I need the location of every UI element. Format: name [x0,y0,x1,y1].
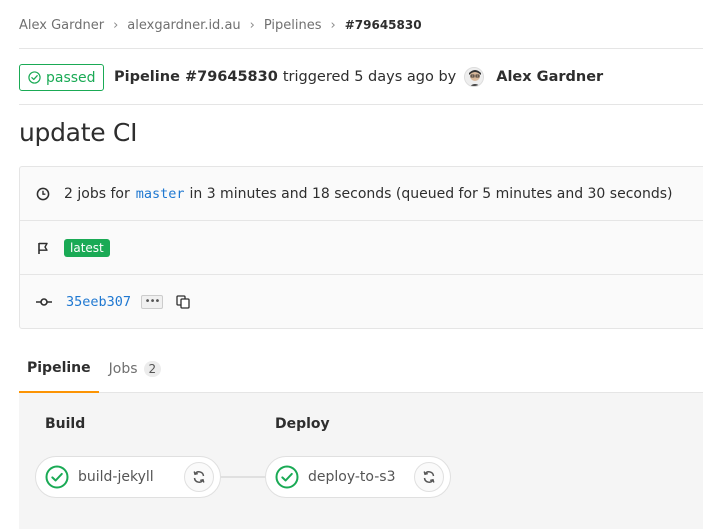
pipeline-tabs: Pipeline Jobs 2 [19,345,703,393]
breadcrumb-user[interactable]: Alex Gardner [19,18,104,33]
page-title: update CI [19,118,138,147]
job-build-jekyll[interactable]: build-jekyll [35,456,221,498]
latest-badge: latest [64,238,110,257]
avatar-image [465,68,484,86]
tab-pipeline[interactable]: Pipeline [19,345,99,393]
check-circle-icon [45,465,69,489]
breadcrumb-pipelines[interactable]: Pipelines [264,18,322,33]
duration-text: in 3 minutes and 18 seconds (queued for … [189,185,673,202]
status-badge[interactable]: passed [19,64,104,91]
divider [19,48,703,49]
status-label: passed [46,69,96,86]
check-circle-icon [275,465,299,489]
breadcrumb-separator: › [249,17,255,33]
pipeline-info-box: 2 jobs for master in 3 minutes and 18 se… [19,166,703,329]
divider [19,104,703,105]
check-circle-icon [28,71,41,84]
stage-title-deploy: Deploy [275,416,330,432]
breadcrumb-separator: › [113,17,119,33]
retry-icon[interactable] [414,462,444,492]
clock-icon [36,187,50,201]
stage-connector [220,476,266,478]
flag-icon [36,241,50,255]
stage-title-build: Build [45,416,86,432]
job-name: deploy-to-s3 [308,469,396,485]
tab-jobs[interactable]: Jobs 2 [101,345,170,393]
tags-row: latest [20,221,703,275]
pipeline-info: Pipeline #79645830 triggered 5 days ago … [114,66,603,88]
job-name: build-jekyll [78,469,154,485]
commit-row: 35eeb307 ••• [20,275,703,329]
copy-icon[interactable] [175,294,191,310]
tab-label: Jobs [108,361,138,377]
breadcrumb-project[interactable]: alexgardner.id.au [127,18,240,33]
retry-icon[interactable] [184,462,214,492]
commit-icon [36,295,52,309]
branch-link[interactable]: master [136,186,185,202]
breadcrumb-current[interactable]: #79645830 [345,18,422,32]
author-link[interactable]: Alex Gardner [496,69,603,85]
pipeline-id: Pipeline #79645830 [114,69,278,85]
jobs-count-badge: 2 [143,361,162,377]
job-deploy-to-s3[interactable]: deploy-to-s3 [265,456,451,498]
pipeline-graph: Build Deploy build-jekyll deploy-to-s3 [19,393,703,529]
jobs-count-text: 2 jobs for [64,185,130,202]
tab-label: Pipeline [27,360,91,376]
breadcrumb-separator: › [330,17,336,33]
triggered-text: triggered 5 days ago by [282,69,457,85]
avatar[interactable] [464,67,485,87]
expand-commit-message-button[interactable]: ••• [141,295,164,309]
jobs-summary-row: 2 jobs for master in 3 minutes and 18 se… [20,167,703,221]
breadcrumb: Alex Gardner › alexgardner.id.au › Pipel… [19,16,422,34]
commit-sha-link[interactable]: 35eeb307 [66,294,131,310]
